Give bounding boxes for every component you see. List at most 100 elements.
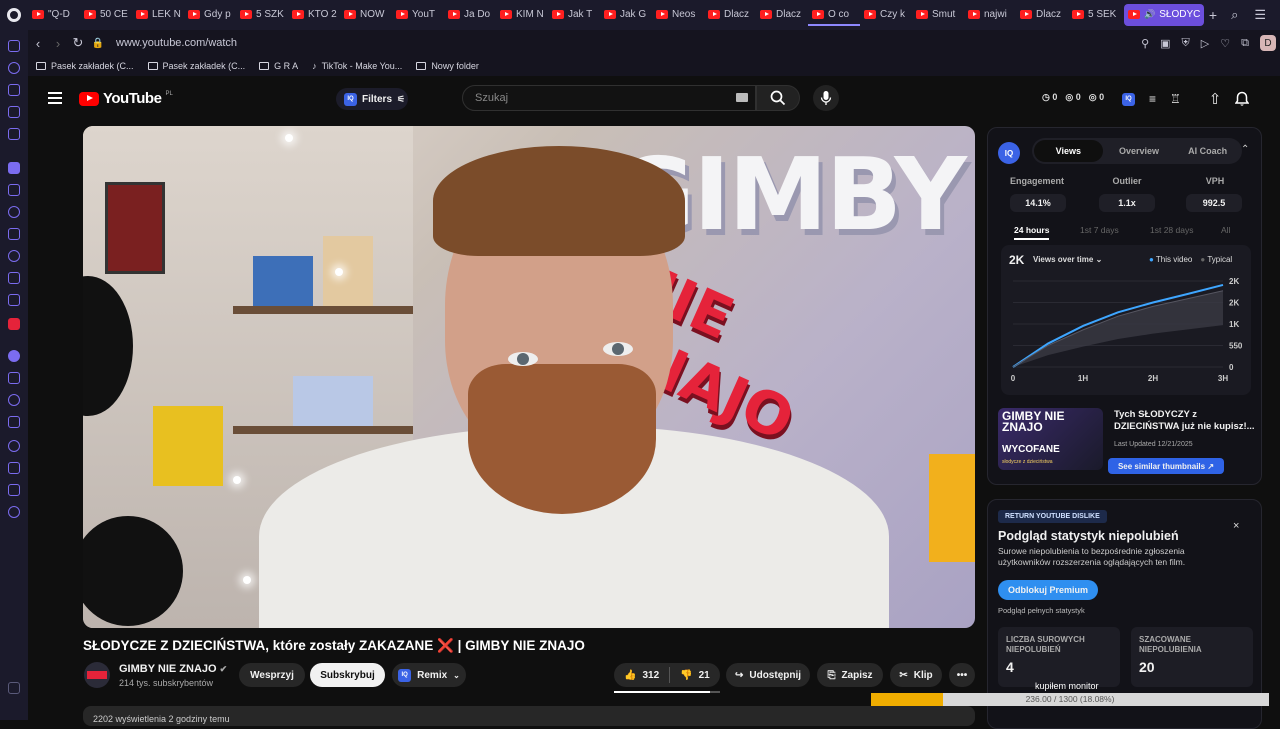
tab-item[interactable]: Dlacz	[1016, 4, 1068, 26]
profile-avatar[interactable]: D	[1260, 35, 1276, 51]
bookmark-item[interactable]: ♪TikTok - Make You...	[312, 61, 402, 71]
tab-item[interactable]: Ja Do	[444, 4, 496, 26]
voice-search-button[interactable]	[813, 85, 839, 111]
tab-item[interactable]: Dlacz	[704, 4, 756, 26]
tab-item[interactable]: 5 SEK	[1068, 4, 1120, 26]
support-button[interactable]: Wesprzyj	[239, 663, 305, 687]
tab-item[interactable]: najwi	[964, 4, 1016, 26]
list-icon[interactable]: ≡	[1149, 92, 1156, 106]
extensions-puzzle-icon[interactable]: ⧉	[1241, 37, 1249, 50]
x-icon[interactable]	[8, 272, 20, 284]
like-count[interactable]: 312	[642, 670, 659, 681]
description-box[interactable]: 2202 wyświetlenia 2 godziny temu	[83, 706, 975, 726]
close-icon[interactable]: ×	[1233, 520, 1239, 532]
youtube-rail-icon[interactable]	[8, 318, 20, 330]
vidiq-icon[interactable]: IQ	[1122, 93, 1135, 106]
bookmark-item[interactable]: Pasek zakładek (C...	[36, 61, 134, 71]
tab-item[interactable]: Dlacz	[756, 4, 808, 26]
tab-views[interactable]: Views	[1034, 140, 1103, 162]
similar-thumbnail[interactable]: GIMBY NIE ZNAJO WYCOFANE słodycze z dzie…	[998, 408, 1103, 470]
tab-overview[interactable]: Overview	[1105, 138, 1174, 164]
search-input[interactable]: Szukaj	[462, 85, 756, 111]
tab-item[interactable]: Neos	[652, 4, 704, 26]
tab-item[interactable]: YouT	[392, 4, 444, 26]
instagram-icon[interactable]	[8, 250, 20, 262]
clip-button[interactable]: ✂ Klip	[890, 663, 942, 687]
save-button[interactable]: ⎘ Zapisz	[817, 663, 883, 687]
search-button[interactable]	[756, 85, 800, 111]
forward-icon[interactable]: ›	[48, 36, 68, 51]
downloads-icon[interactable]	[8, 462, 20, 474]
bookmark-item[interactable]: Pasek zakładek (C...	[148, 61, 246, 71]
arc-icon[interactable]	[8, 162, 20, 174]
vidiq-filters-button[interactable]: IQ Filters ⚟	[336, 88, 408, 110]
youtube-logo[interactable]: YouTube PL	[79, 90, 173, 107]
play-icon[interactable]: ▷	[1201, 37, 1209, 50]
url-field[interactable]: www.youtube.com/watch	[116, 37, 237, 49]
channel-avatar[interactable]	[84, 662, 110, 688]
discord-icon[interactable]	[8, 294, 20, 306]
tab-item[interactable]: NOW	[340, 4, 392, 26]
tab-item[interactable]: KTO 2	[288, 4, 340, 26]
hamburger-menu-icon[interactable]	[48, 92, 62, 104]
bookmark-item[interactable]: G R A	[259, 61, 298, 71]
heart-icon[interactable]	[8, 394, 20, 406]
collapse-chevron-icon[interactable]: ⌃	[1241, 144, 1249, 155]
tab-item[interactable]: Gdy p	[184, 4, 236, 26]
upload-icon[interactable]: ⇧	[1209, 90, 1222, 108]
keyboard-icon[interactable]	[736, 93, 748, 102]
tab-item[interactable]: Jak G	[600, 4, 652, 26]
messages-icon[interactable]	[8, 40, 20, 52]
unlock-premium-button[interactable]: Odblokuj Premium	[998, 580, 1098, 600]
tab-ai-coach[interactable]: AI Coach	[1173, 138, 1242, 164]
shield-icon[interactable]: ⛨	[1182, 37, 1190, 50]
notes-icon[interactable]	[8, 416, 20, 428]
pin-icon[interactable]: ⚲	[1141, 37, 1149, 50]
share-button[interactable]: ↪ Udostępnij	[726, 663, 810, 687]
extensions-icon[interactable]	[8, 484, 20, 496]
dislike-count[interactable]: 21	[699, 670, 710, 681]
remix-button[interactable]: IQ Remix ⌄	[392, 663, 466, 687]
range-all[interactable]: All	[1221, 225, 1230, 235]
lock-icon[interactable]: 🔒	[88, 38, 108, 49]
tab-item[interactable]: Czy k	[860, 4, 912, 26]
tab-item[interactable]: Smut	[912, 4, 964, 26]
tab-item[interactable]: O co	[808, 4, 860, 26]
tab-item[interactable]: 50 CE	[80, 4, 132, 26]
gx-icon[interactable]	[8, 682, 20, 694]
wallet-icon[interactable]	[8, 106, 20, 118]
subscribe-button[interactable]: Subskrybuj	[310, 663, 385, 687]
video-player[interactable]: GIMBY NIE ZNAJO	[83, 126, 975, 628]
channel-name[interactable]: GIMBY NIE ZNAJO ✔	[119, 663, 227, 675]
snapshot-icon[interactable]: ▣	[1160, 37, 1170, 50]
messenger-icon[interactable]	[8, 206, 20, 218]
telegram-icon[interactable]	[8, 228, 20, 240]
settings-icon[interactable]	[8, 506, 20, 518]
bookmark-heart-icon[interactable]: ♡	[1220, 37, 1230, 50]
player-icon[interactable]	[8, 372, 20, 384]
tab-active[interactable]: 🔊 SŁODYC	[1124, 4, 1204, 26]
range-7d[interactable]: 1st 7 days	[1080, 225, 1119, 235]
range-28d[interactable]: 1st 28 days	[1150, 225, 1193, 235]
see-similar-button[interactable]: See similar thumbnails ↗	[1108, 458, 1224, 474]
tab-item[interactable]: Jak T	[548, 4, 600, 26]
aria-icon[interactable]	[8, 62, 20, 74]
search-tabs-icon[interactable]: ⌕	[1231, 7, 1238, 23]
thumbs-up-icon[interactable]: 👍	[624, 670, 636, 681]
similar-video-title[interactable]: Tych SŁODYCZY z DZIECIŃSTWA już nie kupi…	[1114, 409, 1259, 433]
back-icon[interactable]: ‹	[28, 36, 48, 51]
tools-icon[interactable]	[8, 84, 20, 96]
thumbs-down-icon[interactable]: 👎	[680, 670, 692, 681]
opera-logo-icon[interactable]	[0, 0, 28, 30]
tab-item[interactable]: KIM N	[496, 4, 548, 26]
tab-item[interactable]: 5 SZK	[236, 4, 288, 26]
range-24h[interactable]: 24 hours	[1014, 225, 1049, 240]
notifications-bell-icon[interactable]	[1235, 91, 1249, 107]
history-icon[interactable]	[8, 440, 20, 452]
bookmark-item[interactable]: Nowy folder	[416, 61, 479, 71]
spotify-icon[interactable]	[8, 350, 20, 362]
new-tab-button[interactable]: +	[1204, 7, 1222, 23]
reload-icon[interactable]: ↻	[68, 35, 88, 51]
tab-item[interactable]: LEK N	[132, 4, 184, 26]
twitch-icon[interactable]	[8, 184, 20, 196]
